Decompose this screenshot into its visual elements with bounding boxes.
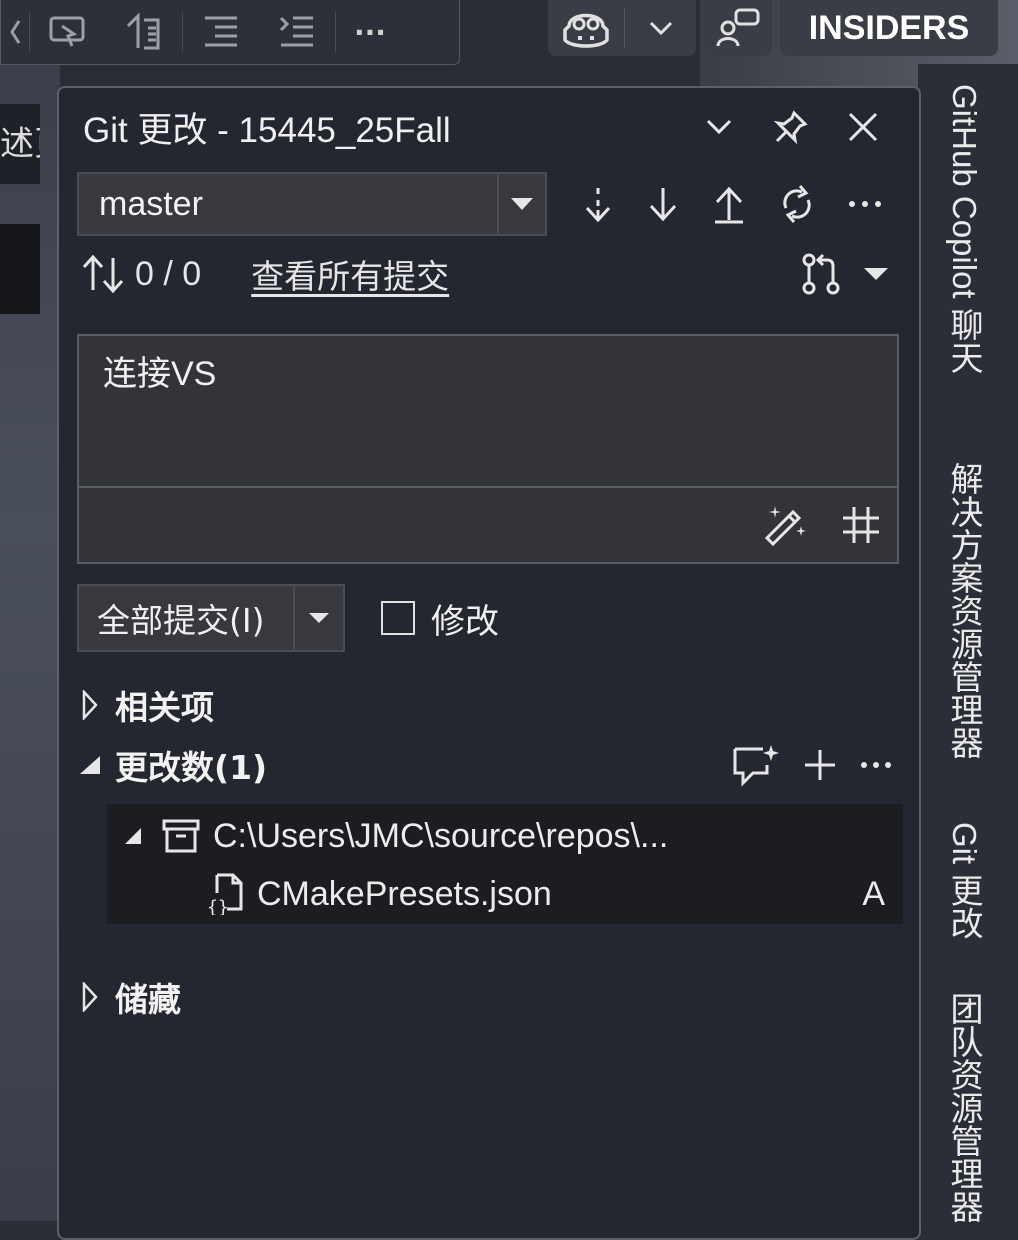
chevron-down-icon xyxy=(649,21,672,36)
file-name: CMakePresets.json xyxy=(257,874,552,913)
file-status-badge: A xyxy=(862,874,885,913)
commit-row: 全部提交(I) 修改 xyxy=(77,584,899,652)
sync-counts: 0 / 0 xyxy=(135,254,202,293)
pull-icon[interactable] xyxy=(646,184,680,224)
more-actions-icon[interactable] xyxy=(859,760,893,770)
amend-checkbox-group[interactable]: 修改 xyxy=(381,594,499,643)
side-tab-solution-explorer[interactable]: 解决方案资源管理器 xyxy=(938,462,988,759)
chevron-right-icon xyxy=(82,690,98,720)
outdent-button[interactable] xyxy=(183,10,259,54)
caret-down-icon[interactable] xyxy=(863,267,889,281)
caret-down-icon xyxy=(309,613,329,623)
toolbar-partial-button[interactable] xyxy=(1,10,29,54)
branch-toolbar: master xyxy=(77,170,899,238)
view-all-commits-link[interactable]: 查看所有提交 xyxy=(251,250,449,298)
json-file-icon: {} xyxy=(207,873,243,915)
side-tab-copilot-chat[interactable]: GitHub Copilot 聊天 xyxy=(938,84,988,374)
changes-tree: C:\Users\JMC\source\repos\... {} CMakePr… xyxy=(107,804,903,924)
section-related-items[interactable]: 相关项 xyxy=(73,680,899,730)
close-button[interactable] xyxy=(827,111,899,143)
chevron-left-icon xyxy=(10,20,21,44)
hashtag-icon[interactable] xyxy=(839,503,883,547)
pull-request-icon[interactable] xyxy=(799,252,843,296)
side-tab-team-explorer[interactable]: 团队资源管理器 xyxy=(938,992,988,1223)
branch-dropdown-button[interactable] xyxy=(497,174,545,234)
tree-row-repo[interactable]: C:\Users\JMC\source\repos\... xyxy=(107,806,903,866)
sync-status-row: 0 / 0 查看所有提交 xyxy=(81,248,899,300)
copilot-button[interactable] xyxy=(548,6,624,50)
side-tab-list: GitHub Copilot 聊天 解决方案资源管理器 Git 更改 团队资源管… xyxy=(938,84,988,1223)
changes-actions xyxy=(731,743,899,787)
copilot-button-group xyxy=(548,0,696,56)
breakpoint-button[interactable] xyxy=(30,10,106,54)
generate-message-icon[interactable] xyxy=(763,502,809,548)
pin-icon xyxy=(774,110,808,144)
document-tab-fragment[interactable]: 述页 xyxy=(0,104,40,184)
side-tab-git-changes[interactable]: Git 更改 xyxy=(938,822,988,939)
commit-message-text[interactable]: 连接VS xyxy=(103,346,216,395)
panel-title: Git 更改 - 15445_25Fall xyxy=(83,110,451,150)
person-chat-icon xyxy=(716,8,760,47)
commit-dropdown-button[interactable] xyxy=(293,586,343,650)
stage-all-icon[interactable] xyxy=(803,748,837,782)
repo-path: C:\Users\JMC\source\repos\... xyxy=(213,816,669,855)
section-stashes[interactable]: 储藏 xyxy=(73,972,899,1022)
svg-text:{}: {} xyxy=(207,897,229,915)
commit-all-button[interactable]: 全部提交(I) xyxy=(77,584,345,652)
caret-down-icon xyxy=(511,198,533,210)
push-icon[interactable] xyxy=(712,184,746,224)
format-button[interactable] xyxy=(106,10,182,54)
section-label: 相关项 xyxy=(115,688,214,727)
comment-cursor-icon xyxy=(49,16,85,47)
section-label: 储藏 xyxy=(115,980,181,1019)
repository-icon xyxy=(162,819,200,853)
fetch-icon[interactable] xyxy=(581,184,615,224)
section-label: 更改数(1) xyxy=(115,748,268,787)
amend-label: 修改 xyxy=(431,601,499,642)
branch-name: master xyxy=(99,184,203,223)
commit-all-label: 全部提交(I) xyxy=(97,601,265,640)
sync-icon[interactable] xyxy=(778,184,816,224)
indent-button[interactable] xyxy=(259,10,335,54)
chevron-down-icon xyxy=(706,119,732,135)
close-icon xyxy=(848,112,878,142)
pin-button[interactable] xyxy=(755,110,827,144)
copilot-dropdown-button[interactable] xyxy=(625,20,696,36)
more-actions-icon[interactable] xyxy=(847,199,883,209)
sync-actions xyxy=(547,184,899,224)
commit-message-box[interactable]: 连接VS xyxy=(77,334,899,564)
panel-options-button[interactable] xyxy=(683,118,755,136)
document-edit-icon xyxy=(126,12,160,50)
background-left-area: 述页 xyxy=(0,64,60,1221)
tree-row-file[interactable]: {} CMakePresets.json A xyxy=(107,864,903,924)
main-toolbar: ··· xyxy=(0,0,460,65)
section-changes[interactable]: 更改数(1) xyxy=(73,740,899,790)
indent-icon xyxy=(279,16,313,47)
chat-feedback-button[interactable] xyxy=(704,0,772,56)
toolbar-more-button[interactable]: ··· xyxy=(336,10,404,54)
outdent-icon xyxy=(205,16,237,47)
expanded-triangle-icon xyxy=(125,828,141,844)
branch-select[interactable]: master xyxy=(77,172,547,236)
incoming-outgoing-icon xyxy=(82,254,124,294)
chevron-right-icon xyxy=(82,982,98,1012)
copilot-icon xyxy=(563,13,609,48)
expanded-triangle-icon xyxy=(80,756,100,774)
amend-checkbox[interactable] xyxy=(381,601,415,635)
insiders-badge[interactable]: INSIDERS xyxy=(780,0,998,56)
comment-sparkle-icon[interactable] xyxy=(731,743,781,787)
commit-message-toolbar xyxy=(79,486,897,562)
git-changes-panel: Git 更改 - 15445_25Fall master 0 / 0 查看所有提… xyxy=(57,86,921,1240)
editor-strip xyxy=(0,224,40,314)
panel-header: Git 更改 - 15445_25Fall xyxy=(83,104,899,150)
